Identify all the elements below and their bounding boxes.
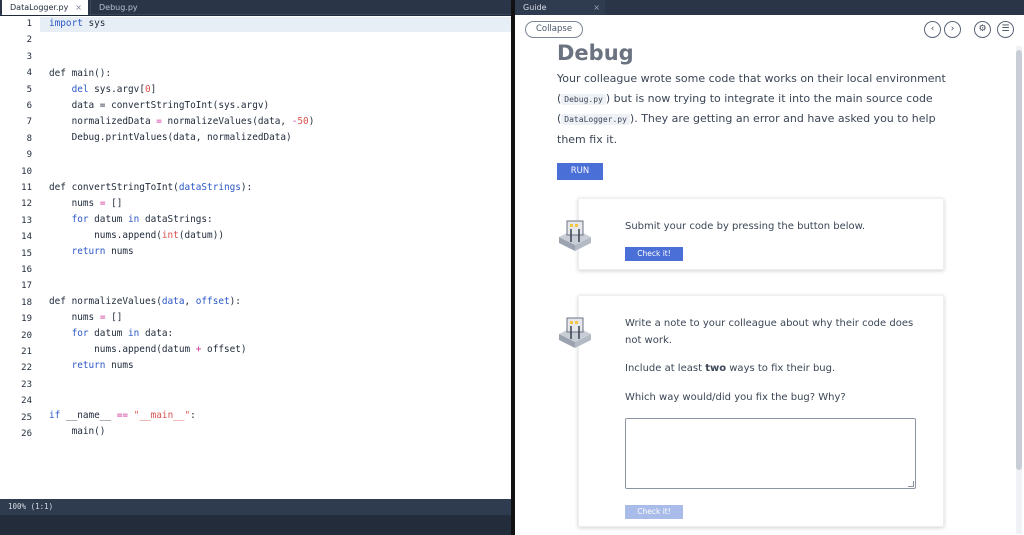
code-line: nums = []: [49, 198, 123, 209]
line-number: 6: [26, 101, 32, 111]
editor-tabbar: DataLogger.py × Debug.py: [0, 0, 512, 15]
current-line-highlight: [40, 17, 511, 32]
code-line: main(): [49, 426, 106, 437]
tab-datalogger[interactable]: DataLogger.py ×: [2, 0, 88, 15]
code-line: Debug.printValues(data, normalizedData): [49, 132, 292, 143]
code-line: nums.append(int(datum)): [49, 230, 224, 241]
code-line: for datum in dataStrings:: [71, 214, 213, 225]
run-button[interactable]: RUN: [557, 163, 603, 180]
prev-icon[interactable]: ‹: [924, 21, 941, 38]
page-title: Debug: [557, 41, 634, 65]
line-number: 25: [21, 412, 32, 423]
code-line: def normalizeValues(data, offset):: [49, 296, 241, 307]
scrollbar-thumb[interactable]: [1016, 50, 1022, 470]
close-icon[interactable]: ×: [75, 0, 82, 15]
guide-nav: ‹ › ⚙ ☰: [924, 21, 1014, 38]
submit-card: Submit your code by pressing the button …: [559, 198, 944, 270]
challenge-icon: [559, 317, 591, 348]
menu-icon[interactable]: ☰: [997, 21, 1014, 38]
line-number: 5: [26, 84, 32, 95]
code-line: def convertStringToInt(dataStrings):: [49, 182, 253, 193]
line-number: 2: [26, 35, 32, 46]
line-number: 3: [26, 51, 32, 62]
bottom-panel: [0, 515, 511, 535]
tab-label: Debug.py: [99, 3, 138, 12]
line-number: 26: [21, 429, 32, 439]
guide-tabbar: Guide ×: [515, 0, 1024, 15]
code-line: nums = []: [49, 312, 123, 323]
instruction-part: Include at least: [625, 363, 706, 374]
line-number: 23: [21, 379, 32, 390]
code-line: for datum in data:: [71, 328, 174, 339]
line-number: 14: [21, 232, 32, 243]
guide-pane: Guide × Collapse ‹ › ⚙ ☰ Debug Your coll…: [515, 0, 1024, 535]
line-number: 7: [26, 117, 32, 128]
line-number: 19: [21, 314, 32, 325]
tab-label: Guide: [523, 3, 547, 12]
code-line: return nums: [71, 360, 134, 371]
tab-debug[interactable]: Debug.py: [90, 0, 150, 15]
code-line: del sys.argv[0]: [71, 84, 157, 95]
description-text: Your colleague wrote some code that work…: [557, 72, 946, 85]
instruction-emphasis: two: [705, 363, 727, 374]
check-button[interactable]: Check it!: [625, 505, 683, 519]
gear-icon[interactable]: ⚙: [974, 21, 991, 38]
code-line: import sys: [49, 18, 106, 29]
code-line: if __name__ == "__main__":: [49, 410, 196, 421]
line-number: 11: [21, 183, 32, 193]
zoom-status: 100% (1:1): [8, 502, 54, 511]
line-number: 1: [26, 19, 32, 29]
status-bar: 100% (1:1): [0, 499, 511, 515]
code-reference: DataLogger.py: [561, 114, 630, 125]
card-instruction: Include at least two ways to fix their b…: [625, 360, 925, 377]
tab-guide[interactable]: Guide ×: [515, 0, 605, 15]
line-number: 22: [21, 363, 32, 374]
collapse-button[interactable]: Collapse: [525, 21, 583, 38]
line-number: 17: [21, 281, 32, 292]
code-reference: Debug.py: [561, 93, 606, 105]
card-question: Which way would/did you fix the bug? Why…: [625, 392, 846, 403]
line-number: 20: [21, 330, 32, 341]
line-number: 13: [21, 215, 32, 226]
resize-handle-icon[interactable]: [908, 481, 914, 487]
card-instruction: Write a note to your colleague about why…: [625, 318, 914, 346]
line-number: 9: [26, 150, 32, 161]
challenge-icon: [559, 220, 591, 251]
line-number: 18: [21, 297, 32, 308]
line-number: 15: [21, 248, 32, 259]
next-icon[interactable]: ›: [944, 21, 961, 38]
answer-textarea[interactable]: [625, 418, 916, 489]
note-card: Write a note to your colleague about why…: [559, 295, 944, 527]
line-number: 4: [26, 68, 32, 79]
line-number: 24: [21, 396, 32, 407]
editor-pane: DataLogger.py × Debug.py 1 2 3 4 5 6 7 8 9 10 11 12…: [0, 0, 512, 535]
card-instruction: Submit your code by pressing the button …: [625, 221, 866, 232]
check-button[interactable]: Check it!: [625, 247, 683, 261]
code-line: return nums: [71, 246, 134, 257]
instruction-part: ways to fix their bug.: [726, 363, 836, 374]
tab-label: DataLogger.py: [10, 3, 69, 12]
code-editor[interactable]: 1 2 3 4 5 6 7 8 9 10 11 12 13 14 15 16 17 18 19 20 21 22 23 24 2…: [0, 16, 511, 499]
code-line: normalizedData = normalizeValues(data, -…: [49, 116, 315, 127]
code-line: def main():: [49, 68, 112, 79]
description-text: but is now trying to integrate it into t…: [610, 91, 933, 105]
code-line: nums.append(datum + offset): [49, 344, 247, 355]
guide-description: Your colleague wrote some code that work…: [557, 72, 946, 146]
line-number: 12: [21, 199, 32, 210]
code-line: data = convertStringToInt(sys.argv): [49, 100, 270, 111]
line-number: 10: [21, 166, 32, 177]
line-number: 16: [21, 265, 32, 275]
line-number: 21: [21, 347, 32, 357]
close-icon[interactable]: ×: [593, 0, 600, 15]
line-number: 8: [26, 133, 32, 144]
